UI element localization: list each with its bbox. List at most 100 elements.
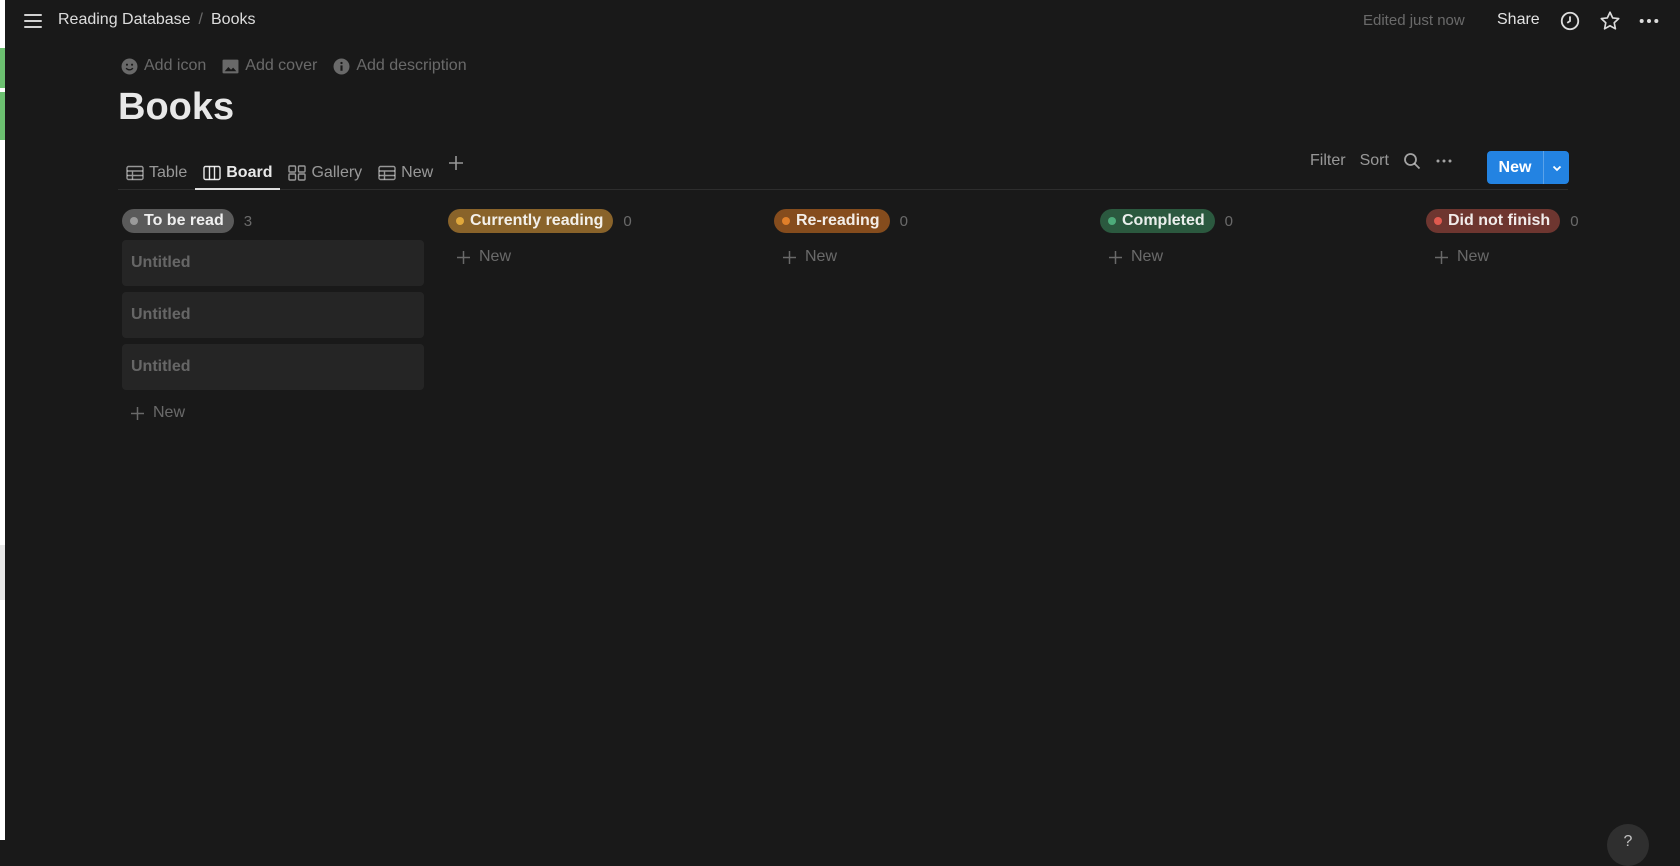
- add-description-label: Add description: [356, 57, 467, 74]
- tab-board-label: Board: [226, 163, 273, 181]
- add-card-label: New: [479, 248, 512, 265]
- add-view-button[interactable]: [441, 146, 471, 190]
- add-card-button[interactable]: New: [122, 396, 424, 430]
- tab-gallery[interactable]: Gallery: [280, 146, 370, 190]
- board: To be read 3 Untitled Untitled Untitled …: [122, 208, 1680, 840]
- plus-icon: [783, 250, 796, 264]
- breadcrumb: Reading Database / Books: [56, 11, 257, 29]
- board-column-to-be-read: To be read 3 Untitled Untitled Untitled …: [122, 208, 424, 430]
- add-card-label: New: [153, 404, 186, 421]
- status-tag[interactable]: Re-reading: [774, 209, 890, 233]
- column-header: Currently reading 0: [448, 208, 750, 234]
- status-tag[interactable]: To be read: [122, 209, 234, 233]
- add-icon-button[interactable]: Add icon: [121, 57, 206, 75]
- column-count: 0: [899, 212, 908, 230]
- status-dot: [1108, 217, 1116, 225]
- divider: [118, 189, 1568, 190]
- tab-table[interactable]: Table: [118, 146, 195, 190]
- gallery-icon: [288, 164, 307, 181]
- sort-button[interactable]: Sort: [1360, 152, 1389, 170]
- plus-icon: [131, 406, 144, 420]
- add-card-button[interactable]: New: [1426, 240, 1676, 274]
- board-column-completed: Completed 0 New: [1100, 208, 1402, 274]
- status-tag-label: To be read: [144, 212, 224, 229]
- status-tag[interactable]: Did not finish: [1426, 209, 1561, 233]
- status-tag[interactable]: Completed: [1100, 209, 1215, 233]
- add-card-label: New: [1131, 248, 1164, 265]
- column-header: Did not finish 0: [1426, 208, 1676, 234]
- board-card[interactable]: Untitled: [122, 240, 424, 286]
- column-header: Completed 0: [1100, 208, 1402, 234]
- tab-table-label: Table: [149, 163, 188, 181]
- new-record-button[interactable]: New: [1487, 151, 1569, 184]
- tab-new-label: New: [401, 163, 434, 181]
- board-card[interactable]: Untitled: [122, 292, 424, 338]
- new-record-label: New: [1498, 159, 1532, 176]
- plus-icon: [449, 156, 464, 170]
- add-card-label: New: [1457, 248, 1490, 265]
- status-tag-label: Did not finish: [1448, 212, 1551, 229]
- board-column-currently-reading: Currently reading 0 New: [448, 208, 750, 274]
- column-count: 0: [1570, 212, 1579, 230]
- share-button[interactable]: Share: [1497, 11, 1540, 29]
- page-actions: Add icon Add cover Add description: [121, 57, 467, 75]
- table-icon: [126, 165, 144, 180]
- page-title: Books: [118, 86, 235, 128]
- plus-icon: [1109, 250, 1122, 264]
- column-count: 0: [1224, 212, 1234, 230]
- more-icon[interactable]: [1637, 10, 1661, 32]
- help-button[interactable]: ?: [1607, 824, 1649, 866]
- breadcrumb-item-reading-database[interactable]: Reading Database: [56, 11, 193, 29]
- breadcrumb-item-books[interactable]: Books: [209, 11, 257, 29]
- add-description-button[interactable]: Add description: [333, 57, 467, 75]
- table-icon: [378, 165, 396, 180]
- column-header: To be read 3: [122, 208, 424, 234]
- left-window-edge: [0, 0, 5, 840]
- add-card-button[interactable]: New: [774, 240, 1076, 274]
- status-dot: [1434, 217, 1442, 225]
- edge-highlight: [0, 545, 5, 600]
- filter-button[interactable]: Filter: [1310, 152, 1346, 170]
- chevron-down-icon[interactable]: [1543, 151, 1569, 184]
- menu-icon[interactable]: [22, 11, 44, 31]
- status-tag-label: Currently reading: [470, 212, 604, 229]
- add-card-label: New: [805, 248, 838, 265]
- star-icon[interactable]: [1598, 10, 1622, 32]
- topbar: Reading Database / Books Edited just now…: [5, 0, 1680, 42]
- status-dot: [782, 217, 790, 225]
- tab-board[interactable]: Board: [195, 146, 281, 190]
- status-tag-label: Completed: [1122, 212, 1205, 229]
- add-cover-button[interactable]: Add cover: [222, 57, 317, 75]
- breadcrumb-separator: /: [198, 11, 203, 28]
- tab-new[interactable]: New: [370, 146, 441, 190]
- status-tag-label: Re-reading: [796, 212, 880, 229]
- clock-icon[interactable]: [1558, 10, 1582, 32]
- status-tag[interactable]: Currently reading: [448, 209, 614, 233]
- view-tabs: Table Board Gallery New: [118, 146, 471, 190]
- board-column-re-reading: Re-reading 0 New: [774, 208, 1076, 274]
- edited-status: Edited just now: [1363, 12, 1465, 29]
- more-options-icon[interactable]: [1435, 152, 1453, 170]
- tab-gallery-label: Gallery: [311, 163, 363, 181]
- status-dot: [456, 217, 464, 225]
- info-icon: [333, 58, 350, 74]
- smiley-icon: [121, 58, 138, 74]
- edge-highlight: [0, 48, 5, 88]
- column-header: Re-reading 0: [774, 208, 1076, 234]
- column-count: 3: [243, 212, 253, 230]
- view-toolbar: Filter Sort: [1310, 152, 1453, 170]
- add-card-button[interactable]: New: [448, 240, 750, 274]
- add-icon-label: Add icon: [144, 57, 207, 74]
- board-icon: [203, 165, 221, 180]
- status-dot: [130, 217, 138, 225]
- edge-highlight: [0, 92, 5, 140]
- image-icon: [222, 59, 239, 73]
- column-count: 0: [623, 212, 632, 230]
- add-cover-label: Add cover: [245, 57, 318, 74]
- plus-icon: [1435, 250, 1448, 264]
- add-card-button[interactable]: New: [1100, 240, 1402, 274]
- plus-icon: [457, 250, 470, 264]
- board-card[interactable]: Untitled: [122, 344, 424, 390]
- board-column-did-not-finish: Did not finish 0 New: [1426, 208, 1676, 274]
- search-icon[interactable]: [1403, 152, 1421, 170]
